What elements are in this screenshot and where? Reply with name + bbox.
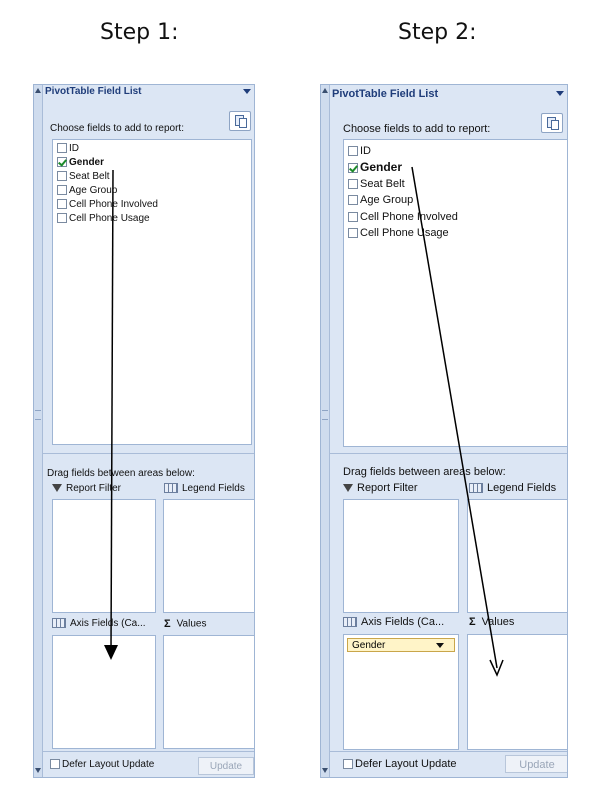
drag-arrow-step-2	[411, 166, 498, 669]
drag-arrows-overlay	[104, 166, 504, 677]
drag-arrow-step-1	[110, 169, 114, 651]
drag-arrow-step-1-head-icon	[104, 645, 118, 660]
